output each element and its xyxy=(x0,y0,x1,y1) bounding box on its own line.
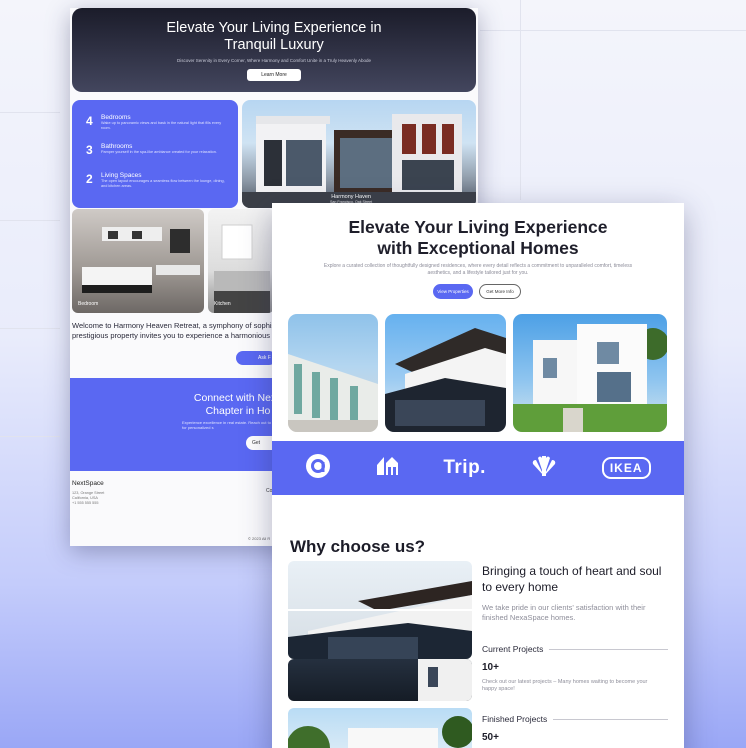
hero-buttons: View Properties Get More Info xyxy=(433,284,521,299)
trip-logo: Trip. xyxy=(443,457,486,478)
airbnb-logo-icon xyxy=(305,453,331,484)
feature-title: Bathrooms xyxy=(101,143,133,150)
footer-copyright: © 2023 All R xyxy=(248,536,271,541)
welcome-line: Welcome to Harmony Heaven Retreat, a sym… xyxy=(72,321,272,330)
gallery-photo-2 xyxy=(385,314,506,432)
hero-subtitle: Explore a curated collection of thoughtf… xyxy=(323,263,633,276)
stat-label: Current Projects xyxy=(482,644,544,654)
feature-title: Living Spaces xyxy=(101,172,142,179)
stat-desc: Check out our latest projects – Many hom… xyxy=(482,679,648,692)
stat-label: Finished Projects xyxy=(482,714,548,724)
learn-more-button[interactable]: Learn More xyxy=(247,69,301,81)
modern-house-illustration xyxy=(385,328,506,432)
welcome-text: Welcome to Harmony Heaven Retreat, a sym… xyxy=(72,321,272,341)
why-text: We take pride in our clients' satisfacti… xyxy=(482,603,646,622)
feature-desc: Wake up to panoramic views and bask in t… xyxy=(101,121,222,130)
feature-item: 4 Bedrooms Wake up to panoramic views and… xyxy=(86,114,231,131)
get-more-info-button[interactable]: Get More Info xyxy=(479,284,521,299)
ikea-logo: IKEA xyxy=(601,457,651,479)
ask-button[interactable]: Ask F xyxy=(236,351,276,365)
gallery-photo-1 xyxy=(288,314,378,432)
view-properties-button[interactable]: View Properties xyxy=(433,284,473,299)
features-panel: 4 Bedrooms Wake up to panoramic views and… xyxy=(72,100,238,208)
feature-number: 2 xyxy=(86,172,93,186)
hashnode-logo-icon xyxy=(374,453,400,484)
feature-title: Bedrooms xyxy=(101,114,131,121)
feature-desc: Pamper yourself in the spa-like ambiance… xyxy=(101,150,217,154)
ikea-logo-text: IKEA xyxy=(609,461,643,475)
front-page-preview: Elevate Your Living Experience with Exce… xyxy=(272,203,684,748)
stat-current-projects: Current Projects 10+ Check out our lates… xyxy=(482,644,668,693)
gallery-photo-3 xyxy=(513,314,667,432)
why-photo-1 xyxy=(288,561,472,659)
hero-title: Elevate Your Living Experience in Tranqu… xyxy=(166,20,382,53)
connect-desc: Experience excellence in real estate. Re… xyxy=(182,420,277,430)
room-photo-bedroom: Bedroom xyxy=(72,209,204,313)
bedroom-illustration xyxy=(82,227,200,293)
partner-logos-strip: Trip. IKEA xyxy=(272,441,684,495)
why-heading: Why choose us? xyxy=(290,537,426,556)
room-label: Bedroom xyxy=(78,301,99,307)
townhouse-illustration xyxy=(288,354,378,432)
hero-banner: Elevate Your Living Experience in Tranqu… xyxy=(72,8,476,92)
nbc-logo-icon xyxy=(529,454,559,483)
footer: NextSpace 123, Orange Street California,… xyxy=(72,480,272,546)
room-photo-kitchen: Kitchen xyxy=(208,209,274,313)
stat-finished-projects: Finished Projects 50+ xyxy=(482,714,668,743)
connect-banner: Connect with Nexa Chapter in Ho Experien… xyxy=(70,378,286,471)
hero-title: Elevate Your Living Experience with Exce… xyxy=(348,217,608,258)
why-photo-3 xyxy=(288,708,472,748)
feature-number: 3 xyxy=(86,143,93,157)
footer-address: 123, Orange Street California, USA +1 55… xyxy=(72,491,272,506)
stat-value: 50+ xyxy=(482,732,499,743)
feature-item: 3 Bathrooms Pamper yourself in the spa-li… xyxy=(86,143,231,157)
white-villa-illustration xyxy=(513,324,667,432)
kitchen-illustration xyxy=(214,224,270,313)
why-photo-2 xyxy=(288,659,472,701)
room-label: Kitchen xyxy=(214,301,231,307)
house-illustration xyxy=(242,114,476,208)
house-illustration xyxy=(288,581,472,659)
footer-brand: NextSpace xyxy=(72,480,104,487)
property-photo: Harmony Haven San Francisco, Oak Street xyxy=(242,100,476,208)
stat-value: 10+ xyxy=(482,662,499,673)
welcome-line: prestigious property invites you to expe… xyxy=(72,331,272,340)
address-line: +1 555 555 555 xyxy=(72,501,99,505)
hero-subtitle: Discover Serenity in Every Corner, Where… xyxy=(176,58,372,63)
why-subheading: Bringing a touch of heart and soul to ev… xyxy=(482,564,662,594)
feature-desc: The open layout encourages a seamless fl… xyxy=(101,179,225,188)
feature-number: 4 xyxy=(86,114,93,128)
feature-item: 2 Living Spaces The open layout encourage… xyxy=(86,172,231,189)
